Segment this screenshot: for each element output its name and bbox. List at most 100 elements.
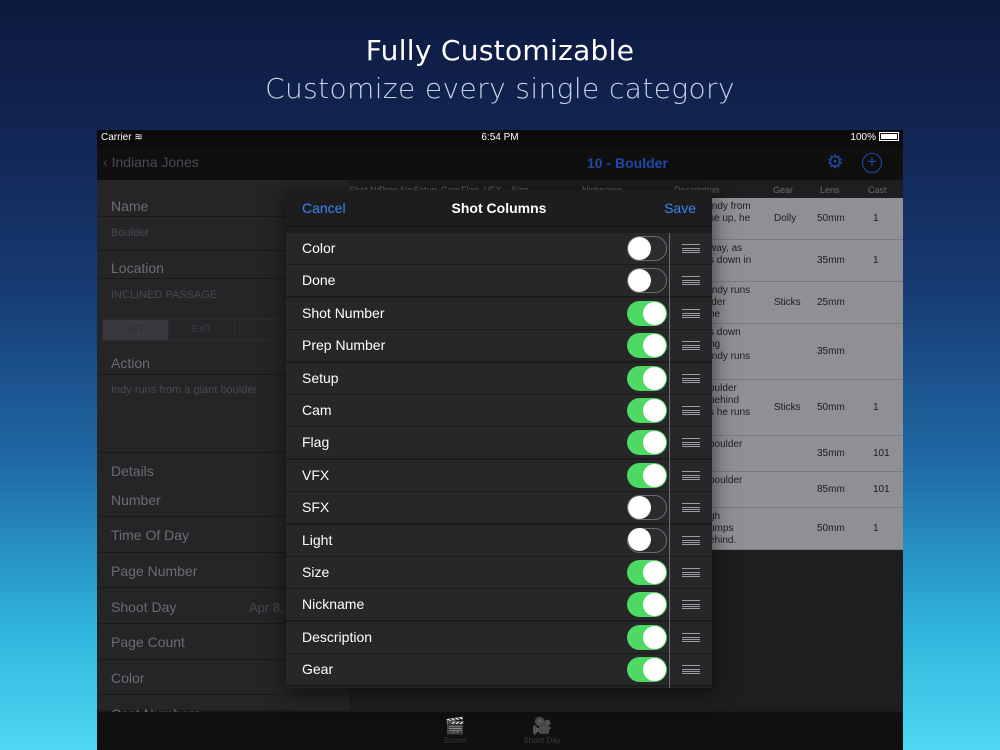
reorder-handle-icon[interactable] — [682, 406, 700, 415]
visibility-toggle[interactable] — [627, 300, 667, 326]
cast-cell: 1 — [873, 255, 879, 266]
page-number-row[interactable]: Page Number — [111, 563, 197, 579]
column-row[interactable] — [286, 686, 712, 688]
visibility-toggle[interactable] — [627, 333, 667, 359]
popover-title: Shot Columns — [451, 200, 547, 216]
tab-scene[interactable]: 🎬 Scene — [420, 716, 490, 745]
divider — [669, 233, 670, 688]
toggle-knob — [628, 528, 651, 552]
location-label: Location — [111, 260, 164, 276]
visibility-toggle[interactable] — [627, 624, 667, 650]
reorder-handle-icon[interactable] — [682, 600, 700, 610]
reorder-handle-icon[interactable] — [682, 470, 700, 480]
reorder-handle-icon[interactable] — [682, 503, 700, 513]
back-button[interactable]: ‹ Indiana Jones — [103, 154, 199, 170]
toggle-knob — [643, 658, 666, 682]
plus-circle-icon[interactable]: + — [862, 153, 882, 173]
toggle-knob — [643, 366, 666, 390]
visibility-toggle[interactable] — [627, 268, 667, 294]
column-label: Description — [302, 628, 373, 645]
reorder-handle-icon[interactable] — [682, 632, 700, 642]
cast-cell: 1 — [873, 523, 879, 534]
camera-icon: 🎥 — [532, 718, 552, 735]
details-label: Details — [111, 463, 154, 479]
lens-cell: 50mm — [817, 523, 845, 534]
segment-ext[interactable]: EXT — [169, 320, 235, 340]
cast-cell: 101 — [873, 484, 890, 495]
lens-cell: 50mm — [817, 213, 845, 224]
visibility-toggle[interactable] — [627, 495, 667, 521]
time-of-day-row[interactable]: Time Of Day — [111, 527, 189, 543]
column-row[interactable]: Size — [286, 557, 712, 589]
toggle-knob — [628, 268, 651, 292]
segment-int[interactable]: INT — [103, 320, 169, 340]
popover-header: Cancel Shot Columns Save — [286, 190, 712, 227]
column-label: Size — [302, 564, 330, 580]
save-button[interactable]: Save — [664, 200, 696, 216]
name-field[interactable]: Boulder — [111, 227, 149, 239]
reorder-handle-icon[interactable] — [682, 373, 700, 383]
description-cell: boulder — [709, 439, 743, 450]
visibility-toggle[interactable] — [627, 462, 667, 488]
col-header: Cast — [868, 185, 887, 195]
column-row[interactable]: Light — [286, 524, 712, 557]
action-label: Action — [111, 355, 150, 371]
toggle-knob — [643, 625, 666, 649]
chevron-left-icon: ‹ — [103, 154, 112, 170]
column-row[interactable]: Prep Number — [286, 330, 712, 363]
gear-cell: Dolly — [774, 213, 797, 224]
gear-cell: Sticks — [774, 297, 801, 308]
col-header: Lens — [820, 185, 840, 195]
reorder-handle-icon[interactable] — [682, 665, 700, 675]
column-row[interactable]: Description — [286, 621, 712, 654]
color-row[interactable]: Color — [111, 670, 144, 686]
column-row[interactable]: Shot Number — [286, 297, 712, 330]
tab-shoot-day-label: Shoot Day — [523, 736, 561, 745]
reorder-handle-icon[interactable] — [682, 535, 700, 545]
lens-cell: 35mm — [817, 255, 845, 266]
visibility-toggle[interactable] — [627, 560, 667, 585]
description-cell: way, as s down in — [709, 243, 752, 266]
toggle-knob — [643, 431, 666, 455]
column-row[interactable]: VFX — [286, 459, 712, 492]
column-row[interactable]: Color — [286, 233, 712, 265]
column-row[interactable]: Gear — [286, 654, 712, 687]
tab-shoot-day[interactable]: 🎥 Shoot Day — [507, 716, 577, 745]
reorder-handle-icon[interactable] — [682, 276, 700, 286]
visibility-toggle[interactable] — [627, 430, 667, 456]
page-count-row[interactable]: Page Count — [111, 634, 185, 650]
column-row[interactable]: Flag — [286, 427, 712, 460]
column-row[interactable]: Done — [286, 265, 712, 298]
description-cell: s down ng Indy runs — [709, 327, 751, 362]
toggle-knob — [643, 399, 666, 422]
visibility-toggle[interactable] — [627, 236, 667, 261]
number-row[interactable]: Number — [111, 492, 161, 508]
reorder-handle-icon[interactable] — [682, 341, 700, 351]
nav-title: 10 - Boulder — [587, 155, 668, 171]
reorder-handle-icon[interactable] — [682, 244, 700, 253]
battery-icon — [879, 132, 899, 141]
visibility-toggle[interactable] — [627, 398, 667, 423]
reorder-handle-icon[interactable] — [682, 308, 700, 318]
shot-columns-popover: Cancel Shot Columns Save Color Done Shot N… — [286, 190, 712, 688]
toggle-knob — [643, 334, 666, 358]
column-row[interactable]: Setup — [286, 362, 712, 395]
column-row[interactable]: Cam — [286, 395, 712, 427]
headline-title: Fully Customizable — [365, 34, 635, 67]
gear-icon[interactable]: ⚙ — [825, 153, 845, 173]
int-ext-segmented-control[interactable]: INT EXT — [102, 319, 302, 341]
reorder-handle-icon[interactable] — [682, 438, 700, 448]
action-field[interactable]: Indy runs from a giant boulder — [111, 384, 257, 396]
toggle-knob — [643, 561, 666, 584]
shoot-day-row[interactable]: Shoot Day — [111, 599, 176, 615]
visibility-toggle[interactable] — [627, 592, 667, 618]
column-row[interactable]: Nickname — [286, 589, 712, 622]
lens-cell: 35mm — [817, 448, 845, 459]
status-time: 6:54 PM — [481, 132, 519, 143]
reorder-handle-icon[interactable] — [682, 568, 700, 577]
column-row[interactable]: SFX — [286, 492, 712, 525]
location-field[interactable]: INCLINED PASSAGE — [111, 289, 217, 301]
visibility-toggle[interactable] — [627, 527, 667, 553]
visibility-toggle[interactable] — [627, 657, 667, 683]
visibility-toggle[interactable] — [627, 365, 667, 391]
